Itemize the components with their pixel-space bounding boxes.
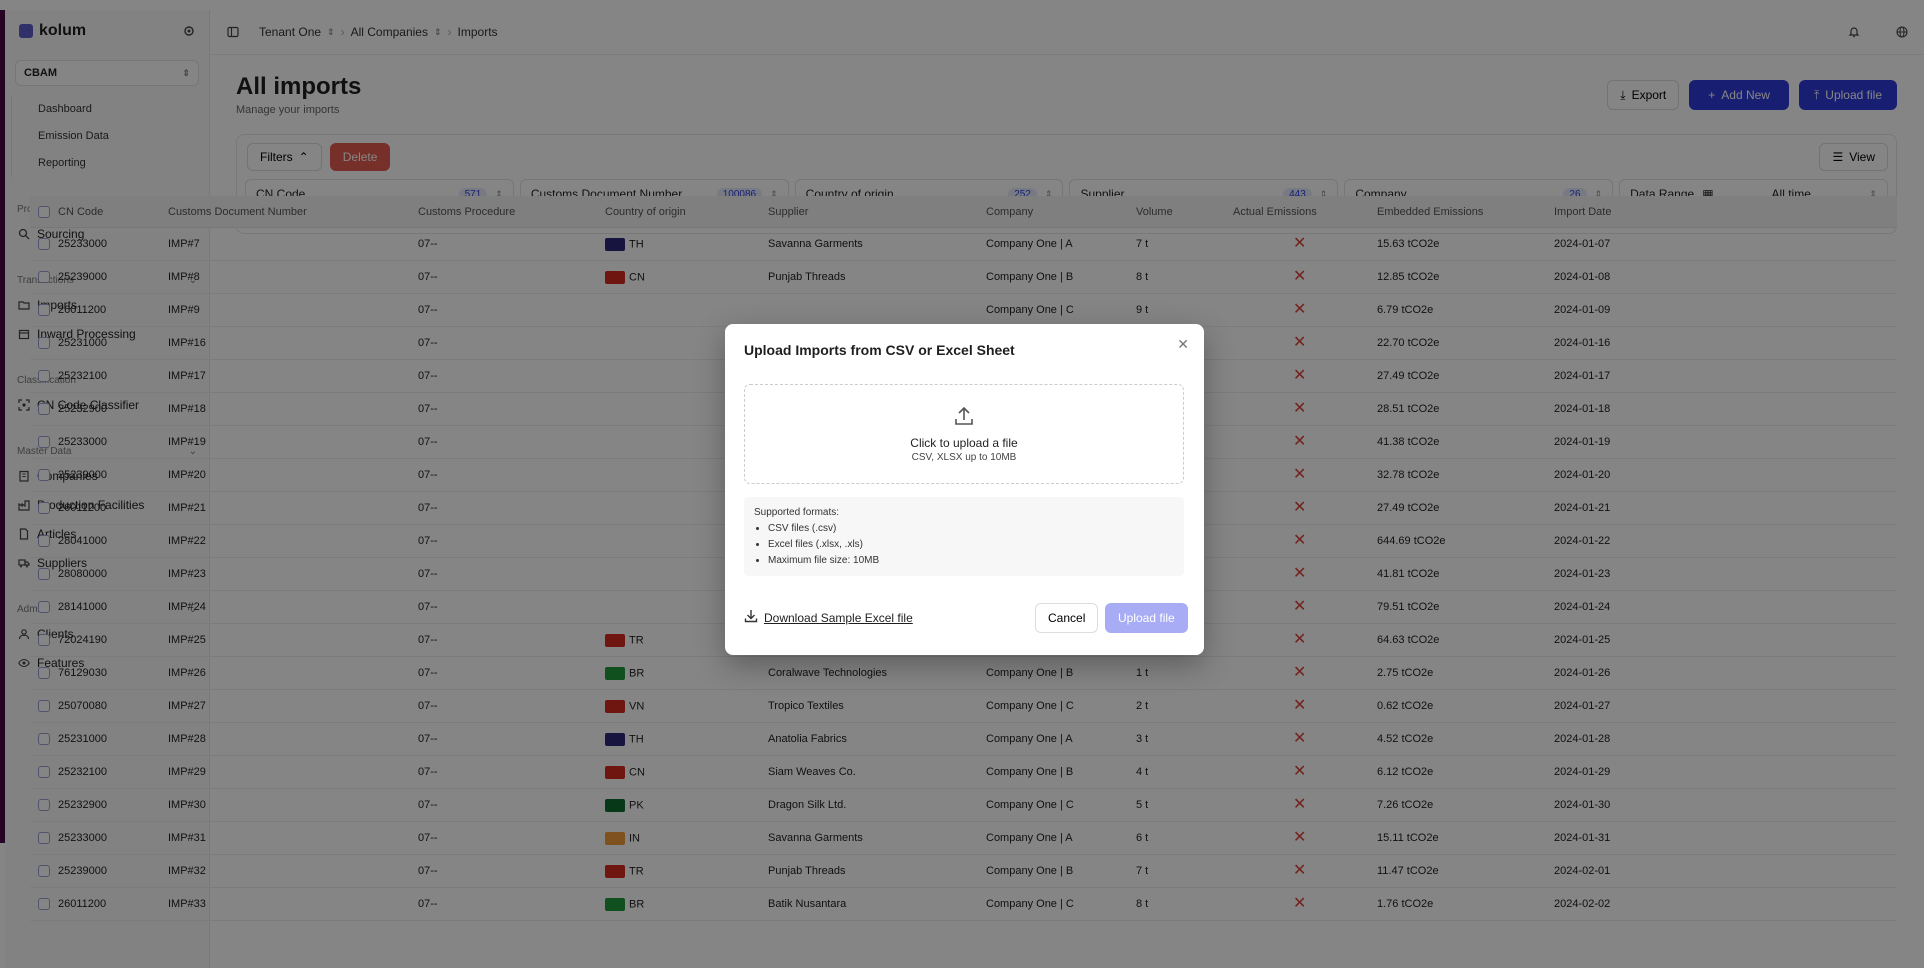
download-sample-label: Download Sample Excel file: [764, 610, 913, 625]
upload-icon: [953, 405, 975, 430]
cancel-button[interactable]: Cancel: [1035, 603, 1099, 633]
dropzone-subtitle: CSV, XLSX up to 10MB: [911, 452, 1017, 463]
format-item: Maximum file size: 10MB: [768, 553, 1174, 569]
file-dropzone[interactable]: Click to upload a file CSV, XLSX up to 1…: [744, 384, 1184, 484]
formats-title: Supported formats:: [754, 507, 840, 518]
modal-title: Upload Imports from CSV or Excel Sheet: [744, 342, 1015, 358]
close-icon[interactable]: ✕: [1177, 336, 1189, 353]
supported-formats: Supported formats: CSV files (.csv) Exce…: [744, 497, 1184, 576]
download-icon: [744, 609, 758, 626]
format-item: Excel files (.xlsx, .xls): [768, 537, 1174, 553]
download-sample-link[interactable]: Download Sample Excel file: [744, 609, 913, 626]
format-item: CSV files (.csv): [768, 521, 1174, 537]
upload-imports-modal: Upload Imports from CSV or Excel Sheet ✕…: [725, 324, 1204, 655]
dropzone-title: Click to upload a file: [910, 436, 1018, 450]
upload-file-submit-button[interactable]: Upload file: [1105, 603, 1188, 633]
